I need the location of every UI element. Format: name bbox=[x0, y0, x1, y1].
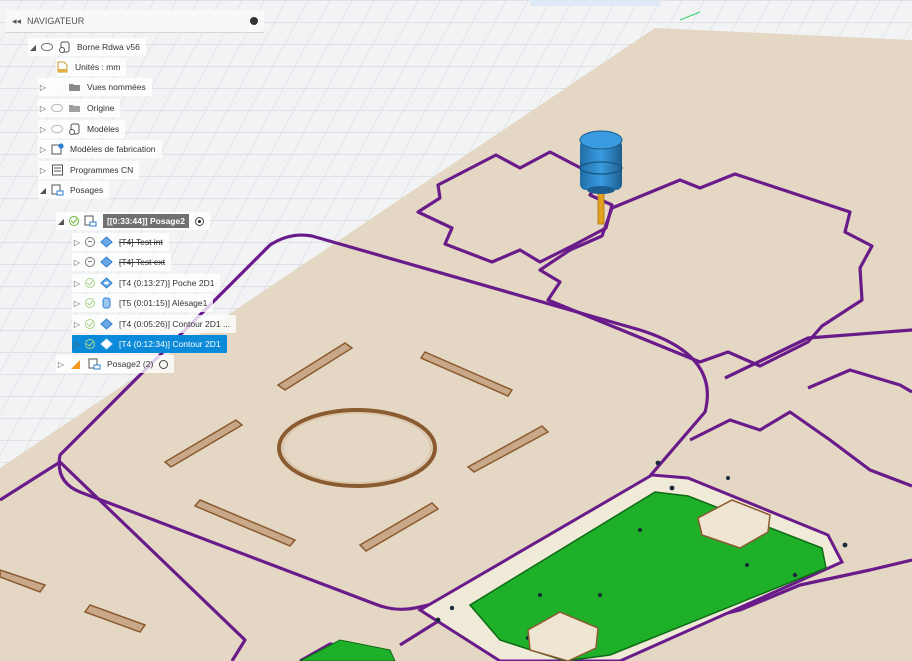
tree-item-label: [T4 (0:13:27)] Poche 2D1 bbox=[119, 278, 215, 288]
tree-item-op-contour-1[interactable]: ▷ [T4 (0:05:26)] Contour 2D1 ... bbox=[72, 315, 237, 333]
document-icon bbox=[57, 61, 68, 73]
manufacturing-model-icon bbox=[51, 143, 64, 155]
tree-item-op-contour-2[interactable]: ▷ [T4 (0:12:34)] Contour 2D1 bbox=[72, 335, 227, 353]
check-icon bbox=[85, 298, 95, 308]
operation-icon bbox=[100, 256, 113, 268]
tree-item-setup2[interactable]: ◢ [[0:33:44]] Posage2 bbox=[56, 212, 210, 230]
pin-icon[interactable] bbox=[250, 17, 258, 25]
setup-icon bbox=[88, 358, 101, 370]
tree-item-label: Unités : mm bbox=[75, 62, 121, 72]
check-icon bbox=[69, 216, 79, 226]
navigator-title: NAVIGATEUR bbox=[27, 16, 85, 26]
tree-item-op-bore[interactable]: ▷ [T5 (0:01:15)] Alésage1 bbox=[72, 294, 214, 312]
tree-item-op-test-ext[interactable]: ▷ [T4] Test ext bbox=[72, 253, 172, 271]
expand-icon[interactable]: ▷ bbox=[72, 279, 82, 288]
tree-item-root[interactable]: ◢ Borne Rdwa v56 bbox=[28, 38, 146, 56]
tree-item-label: [T5 (0:01:15)] Alésage1 bbox=[119, 298, 208, 308]
expand-icon[interactable]: ▷ bbox=[56, 360, 66, 369]
tree-item-nc-programs[interactable]: ▷ Programmes CN bbox=[38, 161, 140, 179]
collapse-icon[interactable]: ◂◂ bbox=[12, 16, 21, 27]
folder-icon bbox=[69, 84, 80, 91]
check-icon bbox=[85, 278, 95, 288]
tree-item-label: Vues nommées bbox=[87, 82, 146, 92]
tree-item-label: Modèles de fabrication bbox=[70, 144, 156, 154]
tree-item-label: Posages bbox=[70, 185, 104, 195]
tree-item-label: Programmes CN bbox=[70, 165, 134, 175]
tree-item-units[interactable]: Unités : mm bbox=[56, 58, 127, 76]
tree-item-setups[interactable]: ◢ Posages bbox=[38, 181, 110, 199]
nc-program-icon bbox=[52, 164, 63, 176]
expand-icon[interactable]: ▷ bbox=[72, 299, 82, 308]
pocket-icon bbox=[100, 277, 113, 289]
navigator-header[interactable]: ◂◂ NAVIGATEUR bbox=[6, 10, 264, 33]
operation-icon bbox=[100, 236, 113, 248]
tree-item-label: [T4] Test int bbox=[119, 237, 163, 247]
expand-icon[interactable]: ◢ bbox=[28, 43, 38, 52]
tree-item-op-pocket[interactable]: ▷ [T4 (0:13:27)] Poche 2D1 bbox=[72, 274, 221, 292]
expand-icon[interactable]: ▷ bbox=[72, 258, 82, 267]
collapse-triangle-icon[interactable]: ◢ bbox=[38, 186, 48, 195]
tree-item-label: Posage2 (2) bbox=[107, 359, 154, 369]
active-radio-icon[interactable] bbox=[194, 216, 204, 226]
component-icon bbox=[59, 41, 70, 53]
folder-icon bbox=[69, 105, 80, 112]
tree-item-models[interactable]: ▷ Modèles bbox=[38, 120, 126, 138]
visibility-icon[interactable] bbox=[51, 104, 63, 112]
suppressed-icon bbox=[85, 237, 95, 247]
visibility-icon[interactable] bbox=[51, 125, 63, 133]
navigator-panel: ◂◂ NAVIGATEUR ◢ Borne Rdwa v56 Unités : … bbox=[6, 10, 264, 373]
check-icon bbox=[85, 319, 95, 329]
tree-item-label: [[0:33:44]] Posage2 bbox=[103, 214, 189, 228]
expand-icon[interactable]: ▷ bbox=[38, 125, 48, 134]
expand-icon[interactable]: ▷ bbox=[72, 340, 82, 349]
suppressed-icon bbox=[85, 257, 95, 267]
contour-icon bbox=[100, 338, 113, 350]
expand-icon[interactable]: ▷ bbox=[38, 145, 48, 154]
tree-item-label: Borne Rdwa v56 bbox=[77, 42, 140, 52]
expand-icon[interactable]: ▷ bbox=[38, 104, 48, 113]
tree-item-label: Origine bbox=[87, 103, 115, 113]
expand-icon[interactable]: ▷ bbox=[38, 166, 48, 175]
tree-item-label: [T4 (0:05:26)] Contour 2D1 ... bbox=[119, 319, 231, 329]
collapse-triangle-icon[interactable]: ◢ bbox=[56, 217, 66, 226]
expand-icon[interactable]: ▷ bbox=[72, 238, 82, 247]
expand-icon[interactable]: ▷ bbox=[72, 320, 82, 329]
tree-item-origin[interactable]: ▷ Origine bbox=[38, 99, 121, 117]
tree-item-label: Modèles bbox=[87, 124, 120, 134]
tree-item-named-views[interactable]: ▷ Vues nommées bbox=[38, 78, 152, 96]
tool-shank bbox=[597, 189, 605, 225]
setup-icon bbox=[84, 215, 97, 227]
expand-icon[interactable]: ▷ bbox=[38, 83, 48, 92]
tree-item-label: [T4] Test ext bbox=[119, 257, 166, 267]
contour-icon bbox=[100, 318, 113, 330]
tree-item-op-test-int[interactable]: ▷ [T4] Test int bbox=[72, 233, 169, 251]
check-icon bbox=[85, 339, 95, 349]
bore-icon bbox=[102, 297, 111, 309]
setup-folder-icon bbox=[51, 184, 64, 196]
tool-holder-bottom bbox=[587, 186, 615, 194]
activate-radio-icon[interactable] bbox=[159, 359, 169, 369]
tool-holder-top bbox=[579, 130, 623, 150]
warning-icon bbox=[71, 360, 80, 369]
tree-item-label: [T4 (0:12:34)] Contour 2D1 bbox=[119, 339, 221, 349]
tree-item-setup2-copy[interactable]: ▷ Posage2 (2) bbox=[56, 355, 175, 373]
top-strip bbox=[530, 0, 660, 6]
tree-item-manufacturing-models[interactable]: ▷ Modèles de fabrication bbox=[38, 140, 162, 158]
component-icon bbox=[69, 123, 80, 135]
visibility-icon[interactable] bbox=[41, 43, 53, 51]
